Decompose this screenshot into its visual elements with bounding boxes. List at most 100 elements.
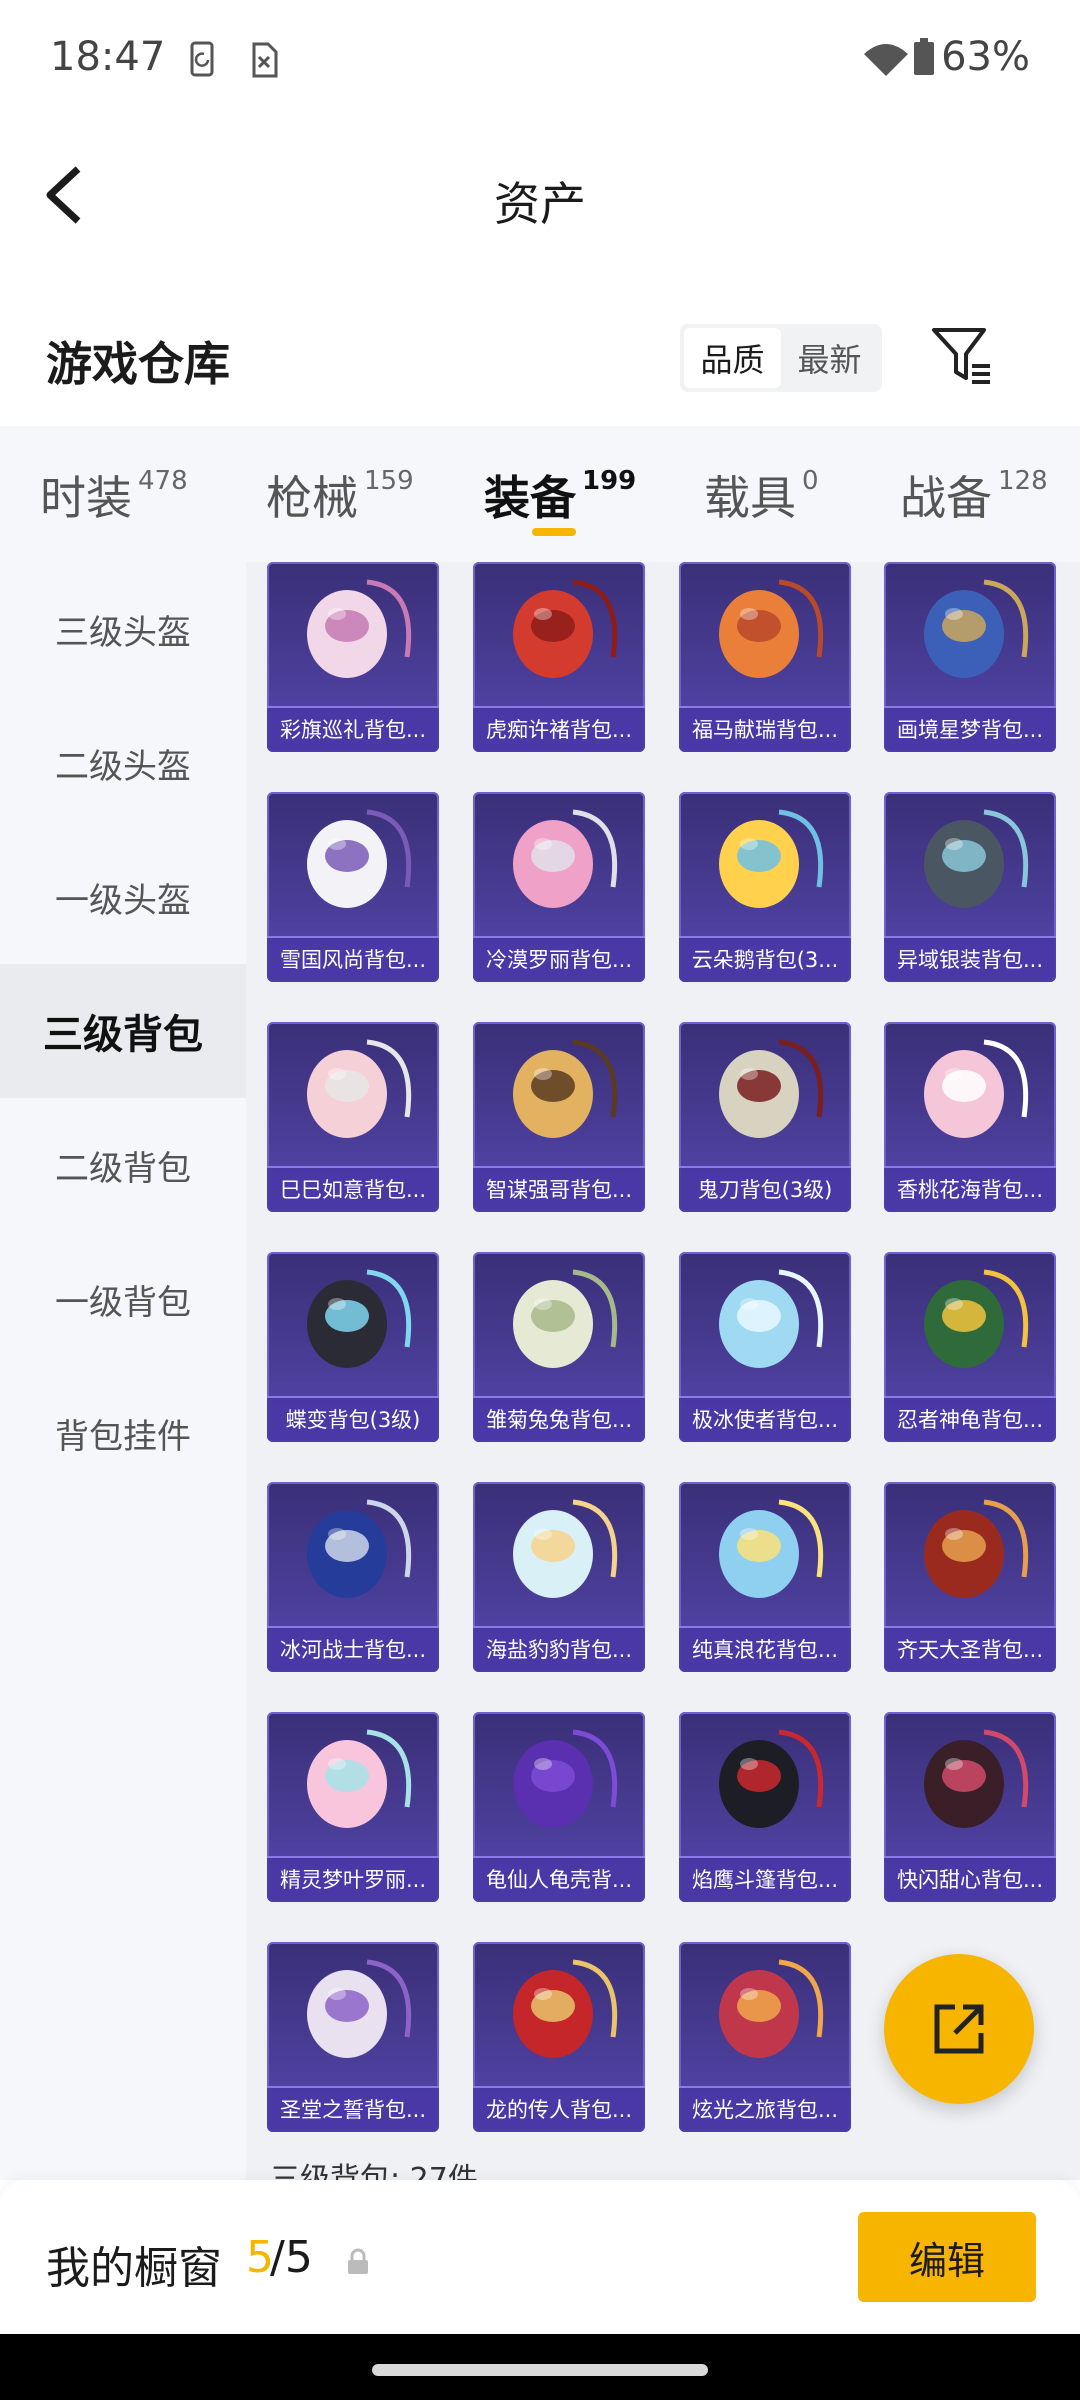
item-card[interactable]: 精灵梦叶罗丽... [267,1712,439,1902]
sim-blocked-icon [252,42,278,78]
item-name: 云朵鹅背包(3... [679,936,851,982]
item-name: 智谋强哥背包... [473,1166,645,1212]
item-card[interactable]: 齐天大圣背包... [884,1482,1056,1672]
backpack-icon [719,1729,824,1828]
backpack-icon [513,1729,618,1828]
backpack-icon [924,1499,1029,1598]
backpack-icon [513,1959,618,2058]
item-card[interactable]: 虎痴许褚背包... [473,562,645,752]
item-card[interactable]: 福马献瑞背包... [679,562,851,752]
sidebar-item-lv1-helmet[interactable]: 一级头盔 [0,830,246,964]
subcategory-sidebar: 三级头盔 二级头盔 一级头盔 三级背包 二级背包 一级背包 背包挂件 [0,562,246,2180]
item-name: 海盐豹豹背包... [473,1626,645,1672]
item-name: 焰鹰斗篷背包... [679,1856,851,1902]
item-card[interactable]: 彩旗巡礼背包... [267,562,439,752]
item-card[interactable]: 冰河战士背包... [267,1482,439,1672]
item-card[interactable]: 异域银装背包... [884,792,1056,982]
backpack-icon [513,1039,618,1138]
wifi-icon [864,44,908,76]
item-card[interactable]: 云朵鹅背包(3... [679,792,851,982]
backpack-icon [719,1959,824,2058]
showcase-bar: 我的橱窗 5 /5 编辑 [0,2180,1080,2334]
tab-count: 159 [364,466,414,496]
tab-fashion[interactable]: 时装 478 [40,462,188,528]
item-card[interactable]: 龟仙人龟壳背... [473,1712,645,1902]
item-card[interactable]: 香桃花海背包... [884,1022,1056,1212]
share-button[interactable] [884,1954,1034,2104]
item-name: 雪国风尚背包... [267,936,439,982]
item-card[interactable]: 纯真浪花背包... [679,1482,851,1672]
showcase-total-count: /5 [270,2232,313,2283]
tab-count: 0 [802,466,819,496]
item-card[interactable]: 智谋强哥背包... [473,1022,645,1212]
tab-equipment[interactable]: 装备 199 [484,462,636,528]
item-name: 福马献瑞背包... [679,706,851,752]
tab-firearms[interactable]: 枪械 159 [266,462,414,528]
sidebar-item-lv2-backpack[interactable]: 二级背包 [0,1098,246,1232]
warehouse-title: 游戏仓库 [46,337,230,391]
sidebar-item-backpack-charm[interactable]: 背包挂件 [0,1366,246,1500]
tab-label: 战备 [900,471,992,525]
item-name: 龙的传人背包... [473,2086,645,2132]
phone-sync-icon [190,41,214,77]
backpack-icon [307,1039,412,1138]
tab-gear[interactable]: 战备 128 [900,462,1048,528]
item-card[interactable]: 鬼刀背包(3级) [679,1022,851,1212]
share-icon [934,2004,984,2054]
sort-toggle: 品质 最新 [680,324,882,392]
item-card[interactable]: 雏菊兔兔背包... [473,1252,645,1442]
filter-icon[interactable] [930,320,994,390]
backpack-icon [924,1039,1029,1138]
status-time: 18:47 [50,34,166,80]
tab-count: 128 [998,466,1048,496]
backpack-icon [719,579,824,678]
edit-button[interactable]: 编辑 [858,2212,1036,2302]
sort-latest-option[interactable]: 最新 [781,328,878,388]
backpack-icon [924,1729,1029,1828]
item-card[interactable]: 蝶变背包(3级) [267,1252,439,1442]
sidebar-item-lv1-backpack[interactable]: 一级背包 [0,1232,246,1366]
home-handle[interactable] [372,2364,708,2376]
item-card[interactable]: 忍者神龟背包... [884,1252,1056,1442]
tab-vehicles[interactable]: 载具 0 [704,462,819,528]
item-name: 鬼刀背包(3级) [679,1166,851,1212]
item-card[interactable]: 圣堂之誓背包... [267,1942,439,2132]
backpack-icon [924,809,1029,908]
item-card[interactable]: 快闪甜心背包... [884,1712,1056,1902]
tab-label: 枪械 [266,471,358,525]
item-card[interactable]: 焰鹰斗篷背包... [679,1712,851,1902]
item-card[interactable]: 画境星梦背包... [884,562,1056,752]
sidebar-item-lv3-helmet[interactable]: 三级头盔 [0,562,246,696]
item-card[interactable]: 巳巳如意背包... [267,1022,439,1212]
backpack-icon [307,1729,412,1828]
backpack-icon [513,809,618,908]
backpack-icon [307,1269,412,1368]
item-card[interactable]: 龙的传人背包... [473,1942,645,2132]
backpack-icon [924,579,1029,678]
tab-label: 装备 [484,471,576,525]
item-name: 龟仙人龟壳背... [473,1856,645,1902]
app-header: 资产 [0,120,1080,270]
item-name: 圣堂之誓背包... [267,2086,439,2132]
item-name: 香桃花海背包... [884,1166,1056,1212]
sidebar-item-lv2-helmet[interactable]: 二级头盔 [0,696,246,830]
backpack-icon [307,1499,412,1598]
item-card[interactable]: 冷漠罗丽背包... [473,792,645,982]
item-name: 快闪甜心背包... [884,1856,1056,1902]
sidebar-item-lv3-backpack[interactable]: 三级背包 [0,964,246,1098]
battery-icon [914,38,935,75]
item-grid: 彩旗巡礼背包... 虎痴许褚背包... 福马献瑞背包... 画境星梦背包... 雪国风尚… [246,562,1080,2180]
item-card[interactable]: 雪国风尚背包... [267,792,439,982]
backpack-icon [924,1269,1029,1368]
item-name: 精灵梦叶罗丽... [267,1856,439,1902]
sort-quality-option[interactable]: 品质 [684,328,781,388]
tab-count: 199 [582,466,637,496]
item-name: 画境星梦背包... [884,706,1056,752]
item-name: 极冰使者背包... [679,1396,851,1442]
item-name: 冷漠罗丽背包... [473,936,645,982]
backpack-icon [513,579,618,678]
item-card[interactable]: 海盐豹豹背包... [473,1482,645,1672]
item-card[interactable]: 极冰使者背包... [679,1252,851,1442]
item-name: 虎痴许褚背包... [473,706,645,752]
item-card[interactable]: 炫光之旅背包... [679,1942,851,2132]
